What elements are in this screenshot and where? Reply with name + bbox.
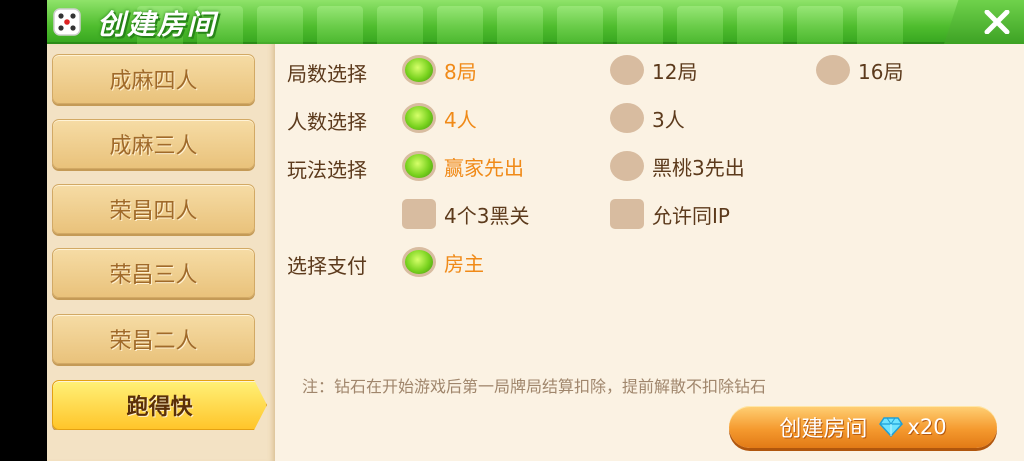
tab-chengma-4[interactable]: 成麻四人 xyxy=(52,54,255,104)
players-label: 人数选择 xyxy=(287,110,367,134)
radio-icon xyxy=(610,103,644,133)
create-room-panel: 创建房间 成麻四人 成麻三人 荣昌四人 荣昌三人 荣昌二人 跑得快 局数选择 8… xyxy=(47,0,1024,461)
checkbox-icon xyxy=(610,199,644,229)
radio-icon xyxy=(816,55,850,85)
header-tile xyxy=(857,6,903,44)
radio-icon xyxy=(610,151,644,181)
players-option-4[interactable]: 4人 xyxy=(402,103,477,133)
dice-icon xyxy=(53,8,81,36)
extra-option-same-ip[interactable]: 允许同IP xyxy=(610,199,730,229)
extra-option-four-threes[interactable]: 4个3黑关 xyxy=(402,199,529,229)
header-tile xyxy=(497,6,543,44)
diamond-note: 注：钻石在开始游戏后第一局牌局结算扣除，提前解散不扣除钻石 xyxy=(302,377,767,396)
options-area: 局数选择 8局 12局 16局 人数选择 4人 3人 玩法选择 赢家先出 黑桃3… xyxy=(275,44,1024,461)
play-option-winner-first[interactable]: 赢家先出 xyxy=(402,151,524,181)
play-option-spade3-first[interactable]: 黑桃3先出 xyxy=(610,151,745,181)
rounds-option-16[interactable]: 16局 xyxy=(816,55,903,85)
payment-option-owner[interactable]: 房主 xyxy=(402,247,484,277)
header-tile xyxy=(257,6,303,44)
radio-selected-icon xyxy=(402,151,436,181)
tab-rongchang-4[interactable]: 荣昌四人 xyxy=(52,184,255,234)
diamond-icon xyxy=(879,417,904,437)
tab-paodekuai[interactable]: 跑得快 xyxy=(52,380,267,430)
radio-selected-icon xyxy=(402,247,436,277)
header-tile xyxy=(317,6,363,44)
mode-sidebar: 成麻四人 成麻三人 荣昌四人 荣昌三人 荣昌二人 跑得快 xyxy=(47,44,275,461)
create-room-label: 创建房间 xyxy=(779,417,868,442)
header-tile xyxy=(557,6,603,44)
header-tile xyxy=(677,6,723,44)
close-button[interactable] xyxy=(944,0,1024,44)
players-option-3[interactable]: 3人 xyxy=(610,103,685,133)
page-title: 创建房间 xyxy=(97,8,218,41)
header-bar: 创建房间 xyxy=(47,0,1024,44)
header-tile xyxy=(797,6,843,44)
header-tile xyxy=(377,6,423,44)
tab-chengma-3[interactable]: 成麻三人 xyxy=(52,119,255,169)
create-room-button[interactable]: 创建房间 x20 xyxy=(729,406,997,448)
radio-selected-icon xyxy=(402,55,436,85)
radio-icon xyxy=(610,55,644,85)
radio-selected-icon xyxy=(402,103,436,133)
rounds-option-12[interactable]: 12局 xyxy=(610,55,697,85)
play-style-label: 玩法选择 xyxy=(287,158,367,182)
tab-rongchang-2[interactable]: 荣昌二人 xyxy=(52,314,255,364)
header-tile xyxy=(437,6,483,44)
header-tile xyxy=(617,6,663,44)
diamond-cost: x20 xyxy=(907,415,947,439)
header-tile xyxy=(737,6,783,44)
rounds-option-8[interactable]: 8局 xyxy=(402,55,477,85)
close-icon xyxy=(984,10,1010,34)
rounds-label: 局数选择 xyxy=(287,62,367,86)
tab-rongchang-3[interactable]: 荣昌三人 xyxy=(52,248,255,298)
payment-label: 选择支付 xyxy=(287,254,367,278)
checkbox-icon xyxy=(402,199,436,229)
